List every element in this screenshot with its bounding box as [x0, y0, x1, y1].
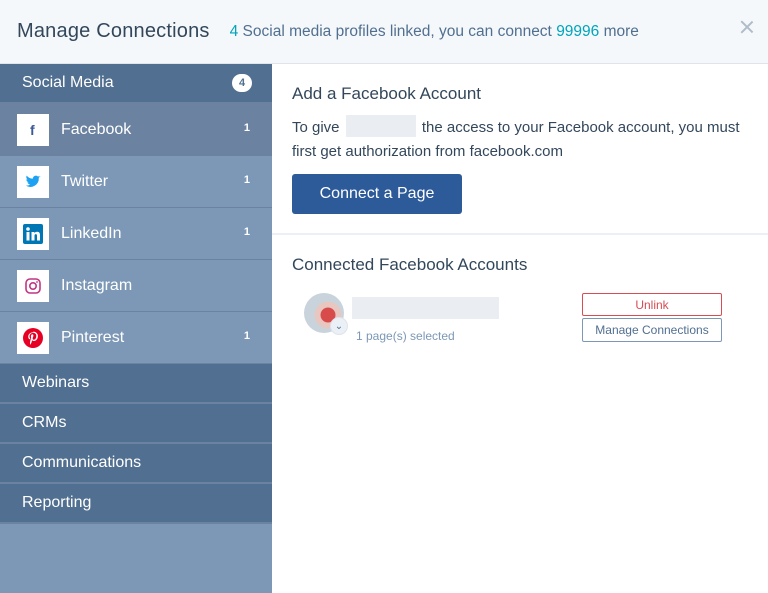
manage-connections-button[interactable]: Manage Connections [582, 318, 722, 342]
close-icon[interactable] [740, 20, 754, 34]
sidebar-section-label: Social Media [22, 74, 114, 91]
sidebar-section-label: CRMs [22, 414, 67, 431]
description-start: To give [292, 119, 344, 136]
pages-selected-text: 1 page(s) selected [356, 329, 455, 343]
remaining-text: more [599, 22, 639, 40]
sidebar-item-label: Pinterest [61, 328, 125, 346]
redacted-app-name [345, 115, 416, 137]
remaining-count: 99996 [556, 22, 600, 40]
sidebar-section-label: Webinars [22, 374, 90, 391]
linked-summary: 4 Social media profiles linked, you can … [230, 23, 639, 41]
connect-page-button[interactable]: Connect a Page [292, 174, 462, 214]
facebook-icon: f [17, 113, 49, 146]
redacted-account-name [352, 297, 499, 319]
sidebar-item-pinterest[interactable]: Pinterest 1 [0, 312, 272, 364]
sidebar-section-webinars[interactable]: Webinars [0, 364, 272, 404]
sidebar-item-label: Twitter [61, 172, 109, 190]
twitter-icon [17, 165, 49, 198]
linked-text: Social media profiles linked, you can co… [238, 22, 557, 40]
sidebar-section-label: Reporting [22, 494, 92, 511]
add-account-description: To give the access to your Facebook acco… [292, 115, 748, 164]
connected-account-row: ⌄ 1 page(s) selected Unlink Manage Conne… [292, 293, 748, 353]
sidebar-section-communications[interactable]: Communications [0, 444, 272, 484]
add-account-title: Add a Facebook Account [292, 84, 482, 103]
connected-accounts-title: Connected Facebook Accounts [292, 255, 528, 274]
sidebar-item-instagram[interactable]: Instagram [0, 260, 272, 312]
main-panel: Add a Facebook Account To give the acces… [272, 64, 768, 593]
sidebar: Social Media 4 f Facebook 1 Twitter 1 Li… [0, 64, 272, 593]
social-media-count-badge: 4 [232, 74, 252, 92]
sidebar-item-count: 1 [243, 122, 250, 134]
chevron-down-icon[interactable]: ⌄ [330, 317, 348, 335]
pinterest-icon [17, 321, 49, 354]
unlink-button[interactable]: Unlink [582, 293, 722, 316]
add-account-section: Add a Facebook Account To give the acces… [272, 64, 768, 235]
sidebar-item-count: 1 [243, 174, 250, 186]
sidebar-item-facebook[interactable]: f Facebook 1 [0, 104, 272, 156]
modal-header: Manage Connections 4 Social media profil… [0, 0, 768, 64]
svg-text:f: f [30, 122, 35, 138]
modal-title: Manage Connections [17, 20, 210, 42]
linked-count: 4 [229, 22, 239, 40]
sidebar-item-count: 1 [243, 226, 250, 238]
sidebar-item-label: Facebook [61, 120, 132, 138]
sidebar-item-label: Instagram [61, 276, 133, 294]
sidebar-item-label: LinkedIn [61, 224, 122, 242]
sidebar-section-reporting[interactable]: Reporting [0, 484, 272, 524]
sidebar-section-label: Communications [22, 454, 142, 471]
sidebar-item-count: 1 [243, 330, 250, 342]
sidebar-item-twitter[interactable]: Twitter 1 [0, 156, 272, 208]
sidebar-item-linkedin[interactable]: LinkedIn 1 [0, 208, 272, 260]
sidebar-section-social-media[interactable]: Social Media 4 [0, 64, 272, 104]
connected-accounts-section: Connected Facebook Accounts ⌄ 1 page(s) … [272, 235, 768, 353]
sidebar-section-crms[interactable]: CRMs [0, 404, 272, 444]
linkedin-icon [17, 217, 49, 250]
instagram-icon [17, 269, 49, 302]
